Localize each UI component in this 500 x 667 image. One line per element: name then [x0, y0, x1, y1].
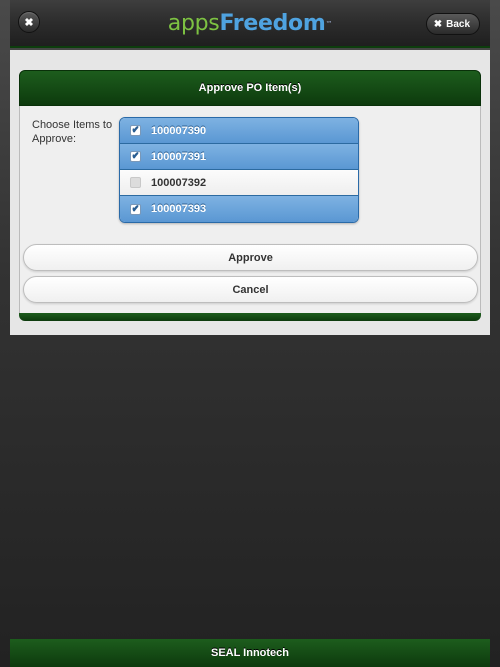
choose-items-label: Choose Items to Approve:	[32, 119, 113, 145]
app-logo: appsFreedom™	[10, 10, 490, 38]
checkbox-checked-icon: ✔	[130, 203, 141, 215]
app-footer: SEAL Innotech	[10, 639, 490, 667]
card-body: Choose Items to Approve: ✔ 100007390 ✔ 1…	[19, 106, 481, 313]
logo-trademark: ™	[325, 20, 333, 28]
item-id: 100007390	[151, 124, 207, 137]
cancel-button[interactable]: Cancel	[23, 276, 478, 303]
content-panel: Approve PO Item(s) Choose Items to Appro…	[10, 50, 490, 335]
checkbox-unchecked-icon	[130, 177, 141, 188]
back-button[interactable]: ✖ Back	[425, 13, 480, 35]
item-id: 100007391	[151, 150, 207, 163]
item-checkbox-100007393[interactable]: ✔ 100007393	[120, 196, 358, 222]
item-checkbox-100007390[interactable]: ✔ 100007390	[120, 118, 358, 144]
card-footer-bar	[19, 313, 481, 321]
logo-apps-text: apps	[167, 11, 220, 36]
back-close-icon: ✖	[433, 18, 443, 30]
approve-button[interactable]: Approve	[23, 244, 478, 271]
checkbox-checked-icon: ✔	[130, 125, 141, 136]
item-id: 100007393	[151, 203, 207, 215]
card-title: Approve PO Item(s)	[19, 70, 481, 106]
item-checkbox-100007392[interactable]: 100007392	[120, 170, 358, 196]
items-checkbox-list: ✔ 100007390 ✔ 100007391 100007392 ✔ 1000…	[119, 117, 359, 223]
item-id: 100007392	[151, 176, 207, 189]
approve-card: Approve PO Item(s) Choose Items to Appro…	[19, 70, 481, 365]
checkbox-checked-icon: ✔	[130, 151, 141, 162]
back-button-label: Back	[446, 18, 470, 30]
item-checkbox-100007391[interactable]: ✔ 100007391	[120, 144, 358, 170]
logo-freedom-text: Freedom	[219, 11, 326, 36]
app-header: ✖ appsFreedom™ ✖ Back	[10, 0, 490, 48]
